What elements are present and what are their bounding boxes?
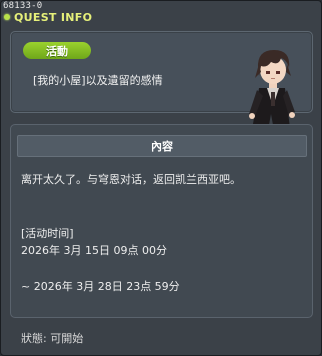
- quest-dot-icon: [4, 14, 10, 20]
- event-end-time: ~ 2026年 3月 28日 23点 59分: [21, 280, 180, 293]
- quest-summary-panel: 活動 [我的小屋]以及遺留的感情: [10, 31, 313, 138]
- window-title-row: QUEST INFO: [4, 10, 92, 24]
- window-title: QUEST INFO: [14, 10, 93, 24]
- event-badge: 活動: [23, 42, 91, 59]
- event-period-label: [活动时间]: [21, 227, 74, 240]
- quest-info-window: 68133-0 QUEST INFO 活動 [我的小屋]以及遺留的感情 內容 离…: [0, 0, 322, 356]
- content-header: 內容: [17, 135, 307, 157]
- event-start-time: 2026年 3月 15日 09点 00分: [21, 244, 167, 257]
- quest-name: [我的小屋]以及遺留的感情: [33, 74, 163, 87]
- quest-description: 离开太久了。与穹恩对话，返回凯兰西亚吧。: [21, 173, 241, 186]
- quest-status: 狀態: 可開始: [21, 332, 84, 345]
